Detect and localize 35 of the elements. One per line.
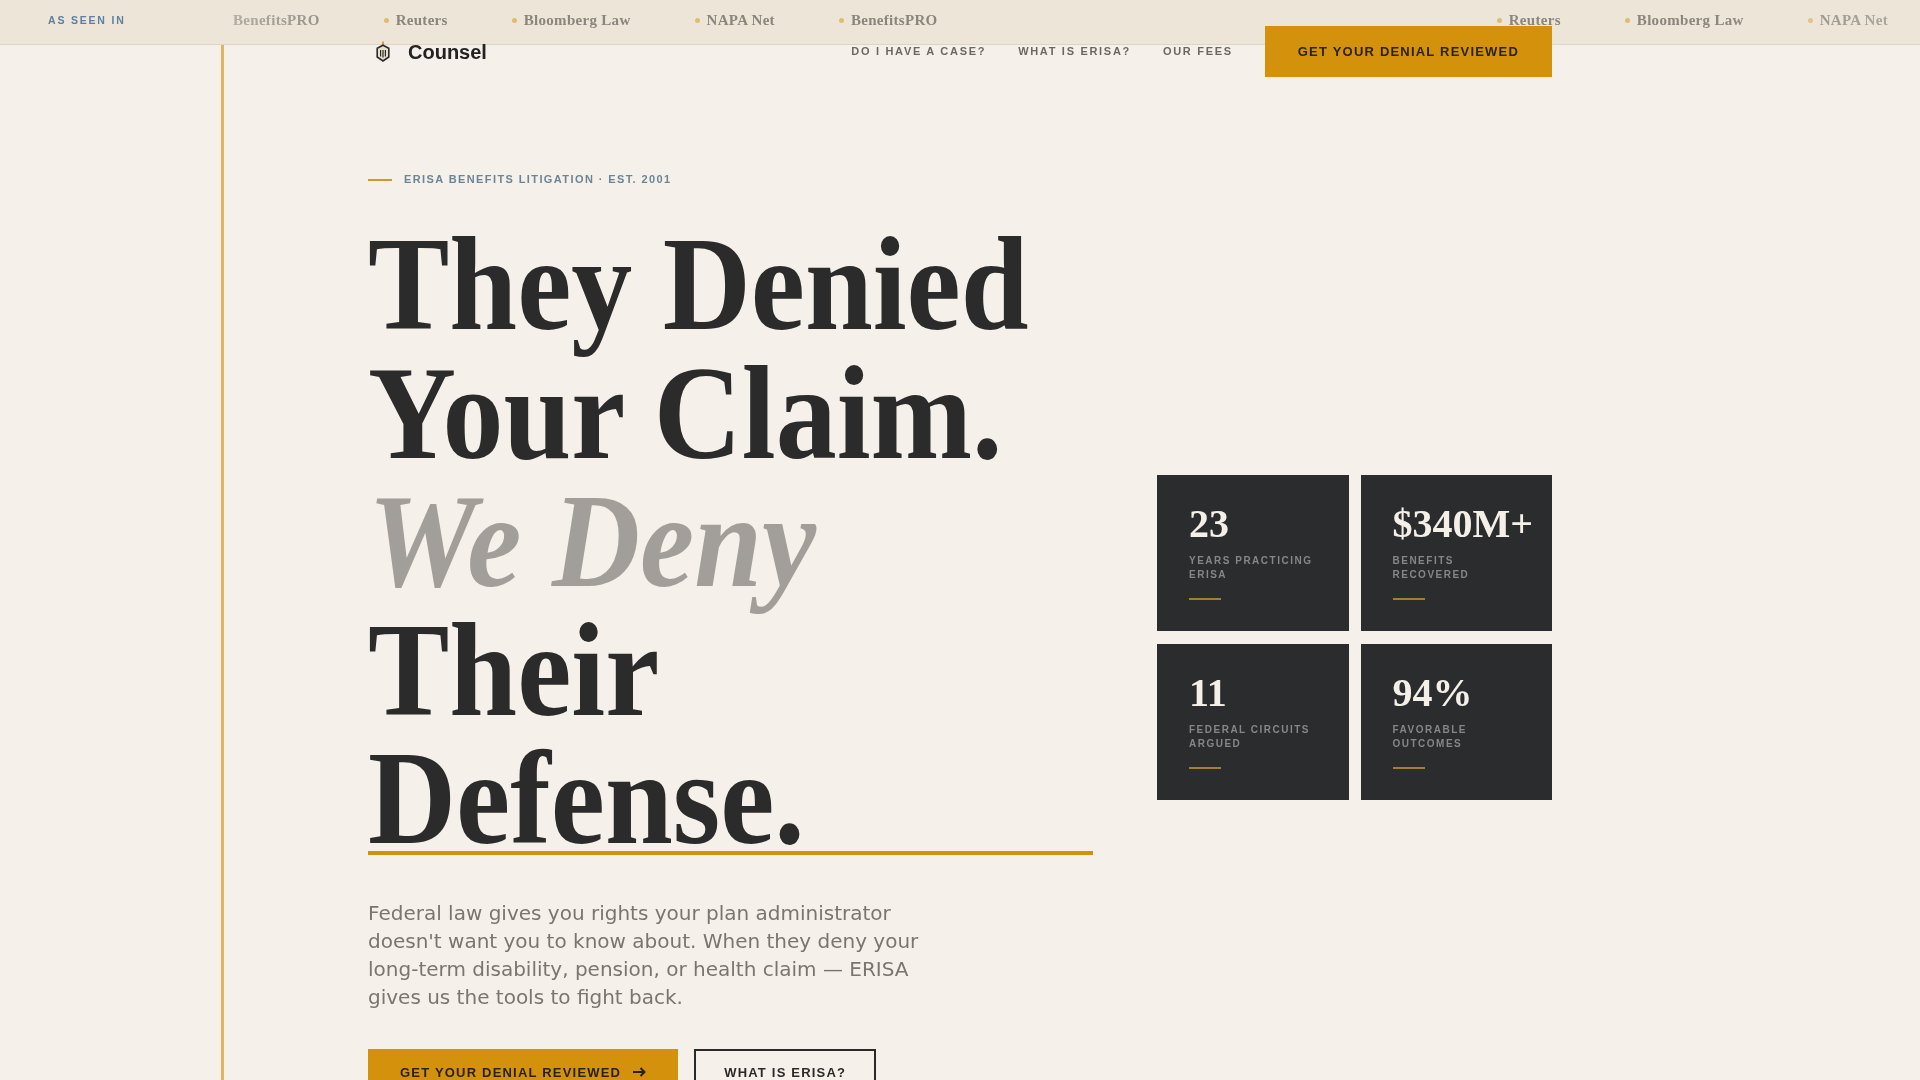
bullet-dot-icon xyxy=(1496,17,1502,23)
primary-cta-button[interactable]: GET YOUR DENIAL REVIEWED xyxy=(368,1048,679,1080)
bullet-dot-icon xyxy=(1624,17,1630,23)
press-outlet-name: Bloomberg Law xyxy=(523,11,631,29)
cta-button[interactable]: GET YOUR DENIAL REVIEWED xyxy=(1264,26,1552,77)
press-outlet-name: BenefitsPRO xyxy=(850,11,938,29)
stat-value: $340M+ xyxy=(1392,504,1530,544)
press-label: AS SEEN IN xyxy=(48,13,126,27)
stat-label: FEDERAL CIRCUITS ARGUED xyxy=(1189,723,1312,751)
bullet-dot-icon xyxy=(1807,17,1813,23)
brand-logo-link[interactable]: Counsel xyxy=(376,40,487,63)
intro-text: Federal law gives you rights your plan administrator doesn't want you to know about. When they deny your long-term disability, pension, or health claim — ERISA gives us the tools to fight back. xyxy=(368,899,920,1011)
stat-label: FAVORABLE OUTCOMES xyxy=(1392,723,1468,751)
stat-label: BENEFITS RECOVERED xyxy=(1392,554,1471,582)
bullet-dot-icon xyxy=(511,17,517,23)
bullet-dot-icon xyxy=(838,17,844,23)
press-outlet-name: NAPA Net xyxy=(706,11,775,29)
arrow-right-icon xyxy=(633,1067,647,1078)
stat-value: 11 xyxy=(1189,673,1228,713)
stat-value: 23 xyxy=(1189,504,1230,544)
bullet-dot-icon xyxy=(383,17,389,23)
press-outlet-name: BenefitsPRO xyxy=(233,11,320,29)
nav-link[interactable]: WHAT IS ERISA? xyxy=(1018,45,1131,58)
nav-link[interactable]: DO I HAVE A CASE? xyxy=(851,45,987,58)
bullet-dot-icon xyxy=(694,17,700,23)
press-outlet-name: Reuters xyxy=(395,11,448,29)
press-outlet-name: NAPA Net xyxy=(1819,11,1888,29)
stat-label: YEARS PRACTICING ERISA xyxy=(1189,554,1314,582)
headline: They Denied Your Claim. We Deny Their Defense. xyxy=(368,220,1030,863)
press-outlet-name: Reuters xyxy=(1508,11,1561,29)
nav-link[interactable]: OUR FEES xyxy=(1162,45,1233,58)
press-outlet-name: Bloomberg Law xyxy=(1636,11,1744,29)
eyebrow-text: ERISA BENEFITS LITIGATION · EST. 2001 xyxy=(404,173,672,186)
secondary-button[interactable]: WHAT IS ERISA? xyxy=(694,1048,877,1080)
stat-value: 94% xyxy=(1392,673,1474,713)
